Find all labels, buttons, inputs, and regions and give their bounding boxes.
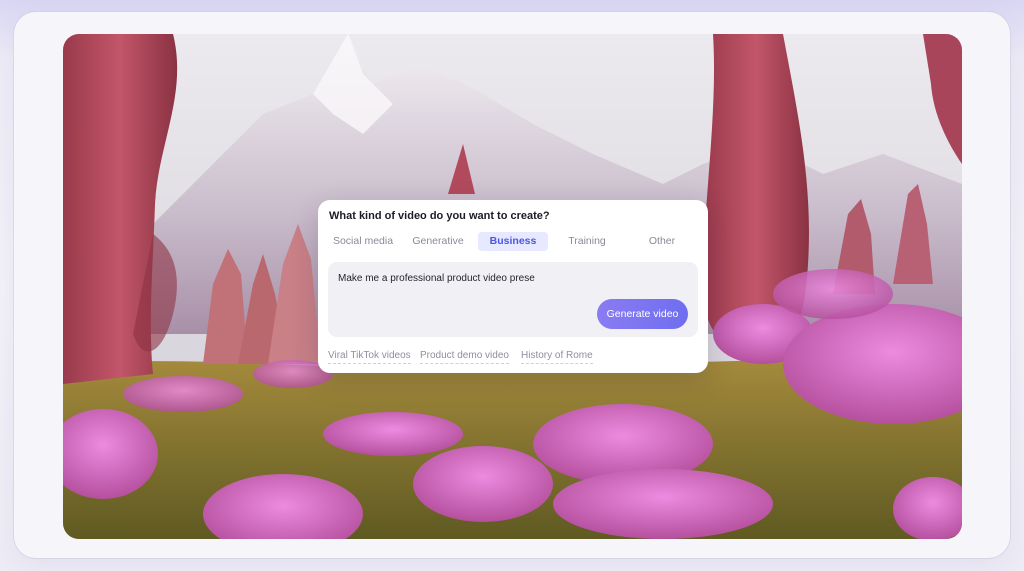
tab-social-media[interactable]: Social media	[324, 232, 402, 251]
tab-business[interactable]: Business	[478, 232, 548, 251]
suggestion-product-demo[interactable]: Product demo video	[420, 350, 509, 364]
tab-training[interactable]: Training	[552, 232, 622, 251]
video-prompt-card: What kind of video do you want to create…	[318, 200, 708, 373]
suggestion-viral-tiktok[interactable]: Viral TikTok videos	[328, 350, 411, 364]
category-tabs: Social media Generative Business Trainin…	[324, 232, 702, 251]
tab-generative[interactable]: Generative	[402, 232, 474, 251]
suggestion-history-of-rome[interactable]: History of Rome	[521, 350, 593, 364]
prompt-question: What kind of video do you want to create…	[329, 210, 550, 222]
prompt-input-box[interactable]: Generate video	[328, 262, 698, 337]
tab-other[interactable]: Other	[626, 232, 698, 251]
prompt-input[interactable]	[338, 273, 588, 284]
generate-video-button[interactable]: Generate video	[597, 299, 688, 329]
